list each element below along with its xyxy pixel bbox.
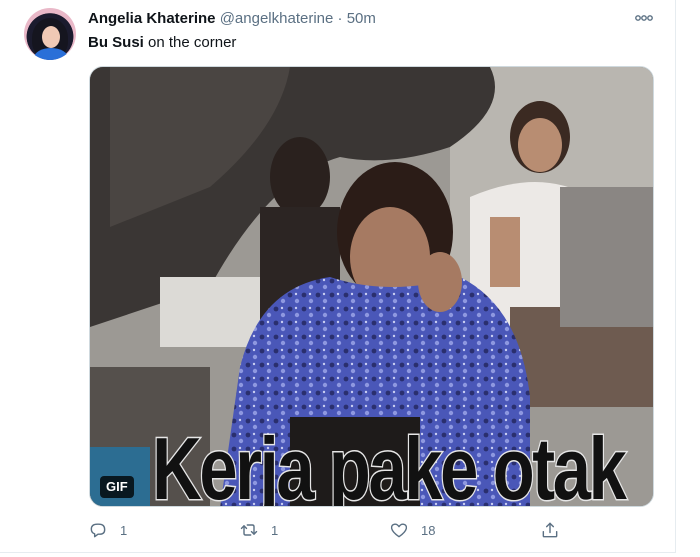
tweet-text: Bu Susi on the corner bbox=[88, 33, 236, 53]
retweet-icon bbox=[240, 524, 258, 536]
retweet-button[interactable]: 1 bbox=[239, 517, 278, 543]
tweet-header: Angelia Khaterine @angelkhaterine · 50m bbox=[88, 9, 648, 29]
share-button[interactable] bbox=[540, 517, 560, 543]
share-icon bbox=[542, 522, 558, 538]
user-handle[interactable]: @angelkhaterine bbox=[220, 10, 334, 27]
action-bar: 1 1 18 bbox=[88, 517, 568, 543]
reply-count: 1 bbox=[120, 522, 128, 538]
timestamp[interactable]: 50m bbox=[347, 10, 376, 27]
avatar[interactable] bbox=[24, 8, 76, 60]
reply-icon bbox=[90, 523, 106, 538]
separator-dot: · bbox=[337, 10, 343, 27]
display-name[interactable]: Angelia Khaterine bbox=[88, 10, 216, 27]
gif-media[interactable]: Kerja pake otak GIF bbox=[89, 66, 654, 507]
heart-icon bbox=[390, 523, 408, 538]
avatar-face bbox=[42, 26, 60, 48]
like-button[interactable]: 18 bbox=[389, 517, 435, 543]
gif-badge: GIF bbox=[100, 476, 134, 498]
reply-button[interactable]: 1 bbox=[88, 517, 127, 543]
tweet-text-rest: on the corner bbox=[143, 34, 237, 51]
like-count: 18 bbox=[421, 522, 436, 538]
tweet-text-bold: Bu Susi bbox=[88, 34, 144, 51]
more-icon[interactable] bbox=[631, 10, 657, 26]
gif-caption: Kerja pake otak bbox=[151, 418, 628, 507]
retweet-count: 1 bbox=[271, 522, 279, 538]
tweet[interactable]: Angelia Khaterine @angelkhaterine · 50m … bbox=[0, 0, 676, 553]
